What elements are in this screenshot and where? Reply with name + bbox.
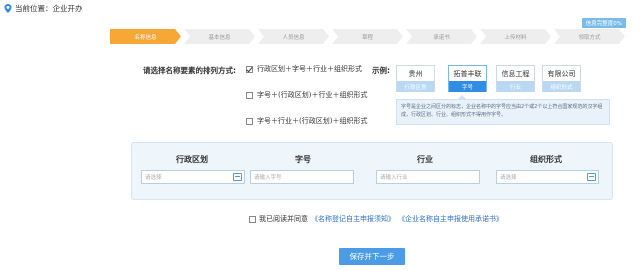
step-name-info[interactable]: 名称信息 xyxy=(110,29,181,44)
step-commitment[interactable]: 承诺书 xyxy=(406,29,477,44)
location-pin-icon xyxy=(4,4,12,13)
example-tip: 字号是企业之间区分的标志，企业名称中的字号应当由2个或2个以上符合国家规范的汉字… xyxy=(396,95,610,125)
top-bar: 当前位置：企业开办 xyxy=(0,0,640,20)
name-fields-panel: 行政区划 字号 行业 组织形式 请选择 请输入字号 请输入行业 请选择 xyxy=(131,142,613,200)
example-card-name: 拓普丰联 字号 xyxy=(448,65,487,92)
checkbox[interactable] xyxy=(246,117,253,125)
ranking-option[interactable]: 行政区划＋字号＋行业＋组织形式 xyxy=(246,63,367,75)
industry-placeholder: 请输入行业 xyxy=(380,175,408,181)
commitment-letter-link[interactable]: 《企业名称自主申报使用承诺书》 xyxy=(398,214,503,224)
example-label: 示例: xyxy=(372,66,390,75)
step-articles[interactable]: 章程 xyxy=(332,29,403,44)
example-card-region: 贵州 行政区划 xyxy=(396,65,435,92)
ranking-options: 行政区划＋字号＋行业＋组织形式 字号＋(行政区划)＋行业＋组织形式 字号＋行业＋… xyxy=(246,63,367,141)
agreement-prefix: 我已阅读并同意 xyxy=(259,215,308,223)
org-form-placeholder: 请选择 xyxy=(500,175,517,181)
example-card-text: 有限公司 xyxy=(547,69,576,78)
example-card-industry: 信息工程 行业 xyxy=(496,65,535,92)
select-picker-icon[interactable] xyxy=(233,173,242,181)
checkbox-checked[interactable] xyxy=(246,65,253,73)
name-input[interactable]: 请输入字号 xyxy=(250,170,354,184)
field-header-name: 字号 xyxy=(295,155,311,164)
step-bar: 名称信息 基本信息 人员信息 章程 承诺书 上传材料 领取方式 xyxy=(110,29,628,44)
example-card-text: 信息工程 xyxy=(501,69,530,78)
field-header-industry: 行业 xyxy=(417,155,433,164)
example-card-tag: 字号 xyxy=(449,81,486,92)
example-card-tag: 行业 xyxy=(497,81,534,92)
ranking-option-label: 字号＋(行政区划)＋行业＋组织形式 xyxy=(257,91,368,99)
name-placeholder: 请输入字号 xyxy=(254,175,282,181)
ranking-option-label: 字号＋行业＋(行政区划)＋组织形式 xyxy=(257,117,368,125)
ranking-label: 请选择名称要素的排列方式: xyxy=(143,66,236,75)
save-next-button[interactable]: 保存并下一步 xyxy=(339,248,405,265)
step-upload-materials[interactable]: 上传材料 xyxy=(480,29,551,44)
location-label: 当前位置：企业开办 xyxy=(15,4,83,13)
field-header-region: 行政区划 xyxy=(176,155,208,164)
agreement-row: 我已阅读并同意 《名称登记自主申报须知》 《企业名称自主申报使用承诺书》 xyxy=(249,214,503,224)
ranking-option-label: 行政区划＋字号＋行业＋组织形式 xyxy=(257,65,362,73)
checkbox[interactable] xyxy=(246,91,253,99)
example-card-tag: 行政区划 xyxy=(397,81,434,92)
step-basic-info[interactable]: 基本信息 xyxy=(184,29,255,44)
region-placeholder: 请选择 xyxy=(145,175,162,181)
ranking-option[interactable]: 字号＋行业＋(行政区划)＋组织形式 xyxy=(246,115,367,127)
example-card-text: 贵州 xyxy=(408,69,423,78)
example-card-text: 拓普丰联 xyxy=(453,69,482,78)
org-form-select[interactable]: 请选择 xyxy=(496,170,599,184)
example-card-org-form: 有限公司 组织形式 xyxy=(542,65,581,92)
step-pickup-method[interactable]: 领取方式 xyxy=(554,29,625,44)
select-picker-icon[interactable] xyxy=(587,173,596,181)
example-card-tag: 组织形式 xyxy=(543,81,580,92)
completeness-badge: 信息完整度0% xyxy=(581,18,626,28)
step-personnel-info[interactable]: 人员信息 xyxy=(258,29,329,44)
breadcrumb: 当前位置：企业开办 xyxy=(4,3,83,14)
industry-input[interactable]: 请输入行业 xyxy=(376,170,480,184)
page: 当前位置：企业开办 信息完整度0% 名称信息 基本信息 人员信息 章程 承诺书 … xyxy=(0,0,640,271)
region-select[interactable]: 请选择 xyxy=(141,170,245,184)
ranking-option[interactable]: 字号＋(行政区划)＋行业＋组织形式 xyxy=(246,89,367,101)
agreement-checkbox[interactable] xyxy=(249,215,256,223)
declaration-notice-link[interactable]: 《名称登记自主申报须知》 xyxy=(311,214,395,224)
field-header-org-form: 组织形式 xyxy=(530,155,562,164)
